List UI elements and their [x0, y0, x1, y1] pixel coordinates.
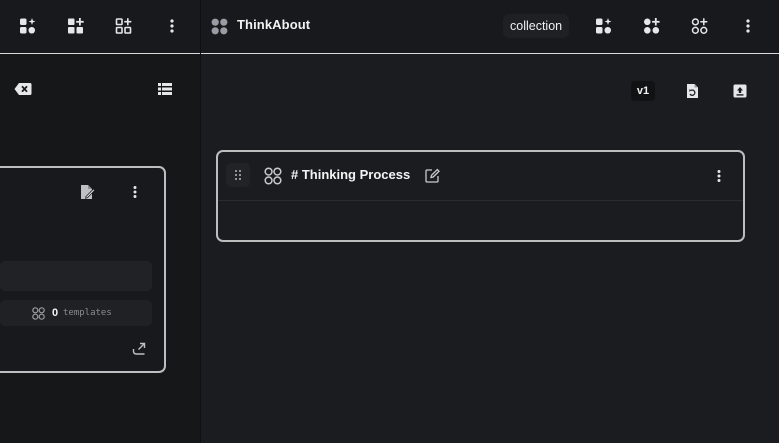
thinking-process-card [216, 150, 745, 242]
add-squares-outline-icon[interactable] [112, 14, 136, 38]
templates-count: 0 [52, 307, 59, 319]
add-shapes-sparkle-icon[interactable] [16, 14, 40, 38]
collection-button[interactable]: collection [503, 14, 570, 38]
card-title: # Thinking Process [291, 167, 411, 182]
more-vertical-icon[interactable] [124, 181, 146, 203]
list-icon[interactable] [154, 79, 176, 99]
card-input-field[interactable] [0, 261, 152, 291]
clear-input-icon[interactable] [12, 79, 34, 99]
app-title: ThinkAbout [237, 17, 311, 32]
pane-divider[interactable] [200, 0, 201, 443]
card-divider [218, 200, 743, 201]
edit-document-icon[interactable] [76, 181, 98, 203]
version-badge[interactable]: v1 [631, 81, 655, 101]
drag-handle-icon[interactable] [226, 163, 250, 187]
more-vertical-icon[interactable] [736, 14, 760, 38]
circles-outline-icon [31, 306, 45, 320]
app-logo-icon [210, 17, 228, 35]
restore-file-icon[interactable] [681, 80, 703, 102]
add-squares-icon[interactable] [64, 14, 88, 38]
add-shapes-sparkle-icon[interactable] [592, 14, 616, 38]
upload-box-icon[interactable] [729, 80, 751, 102]
templates-label: templates [63, 308, 112, 318]
more-vertical-icon[interactable] [160, 14, 184, 38]
circles-outline-icon [263, 166, 282, 185]
add-circles-icon[interactable] [640, 14, 664, 38]
expand-corner-icon[interactable] [129, 339, 149, 359]
edit-icon[interactable] [423, 166, 441, 184]
more-vertical-icon[interactable] [709, 165, 729, 187]
add-circles-outline-icon[interactable] [688, 14, 712, 38]
